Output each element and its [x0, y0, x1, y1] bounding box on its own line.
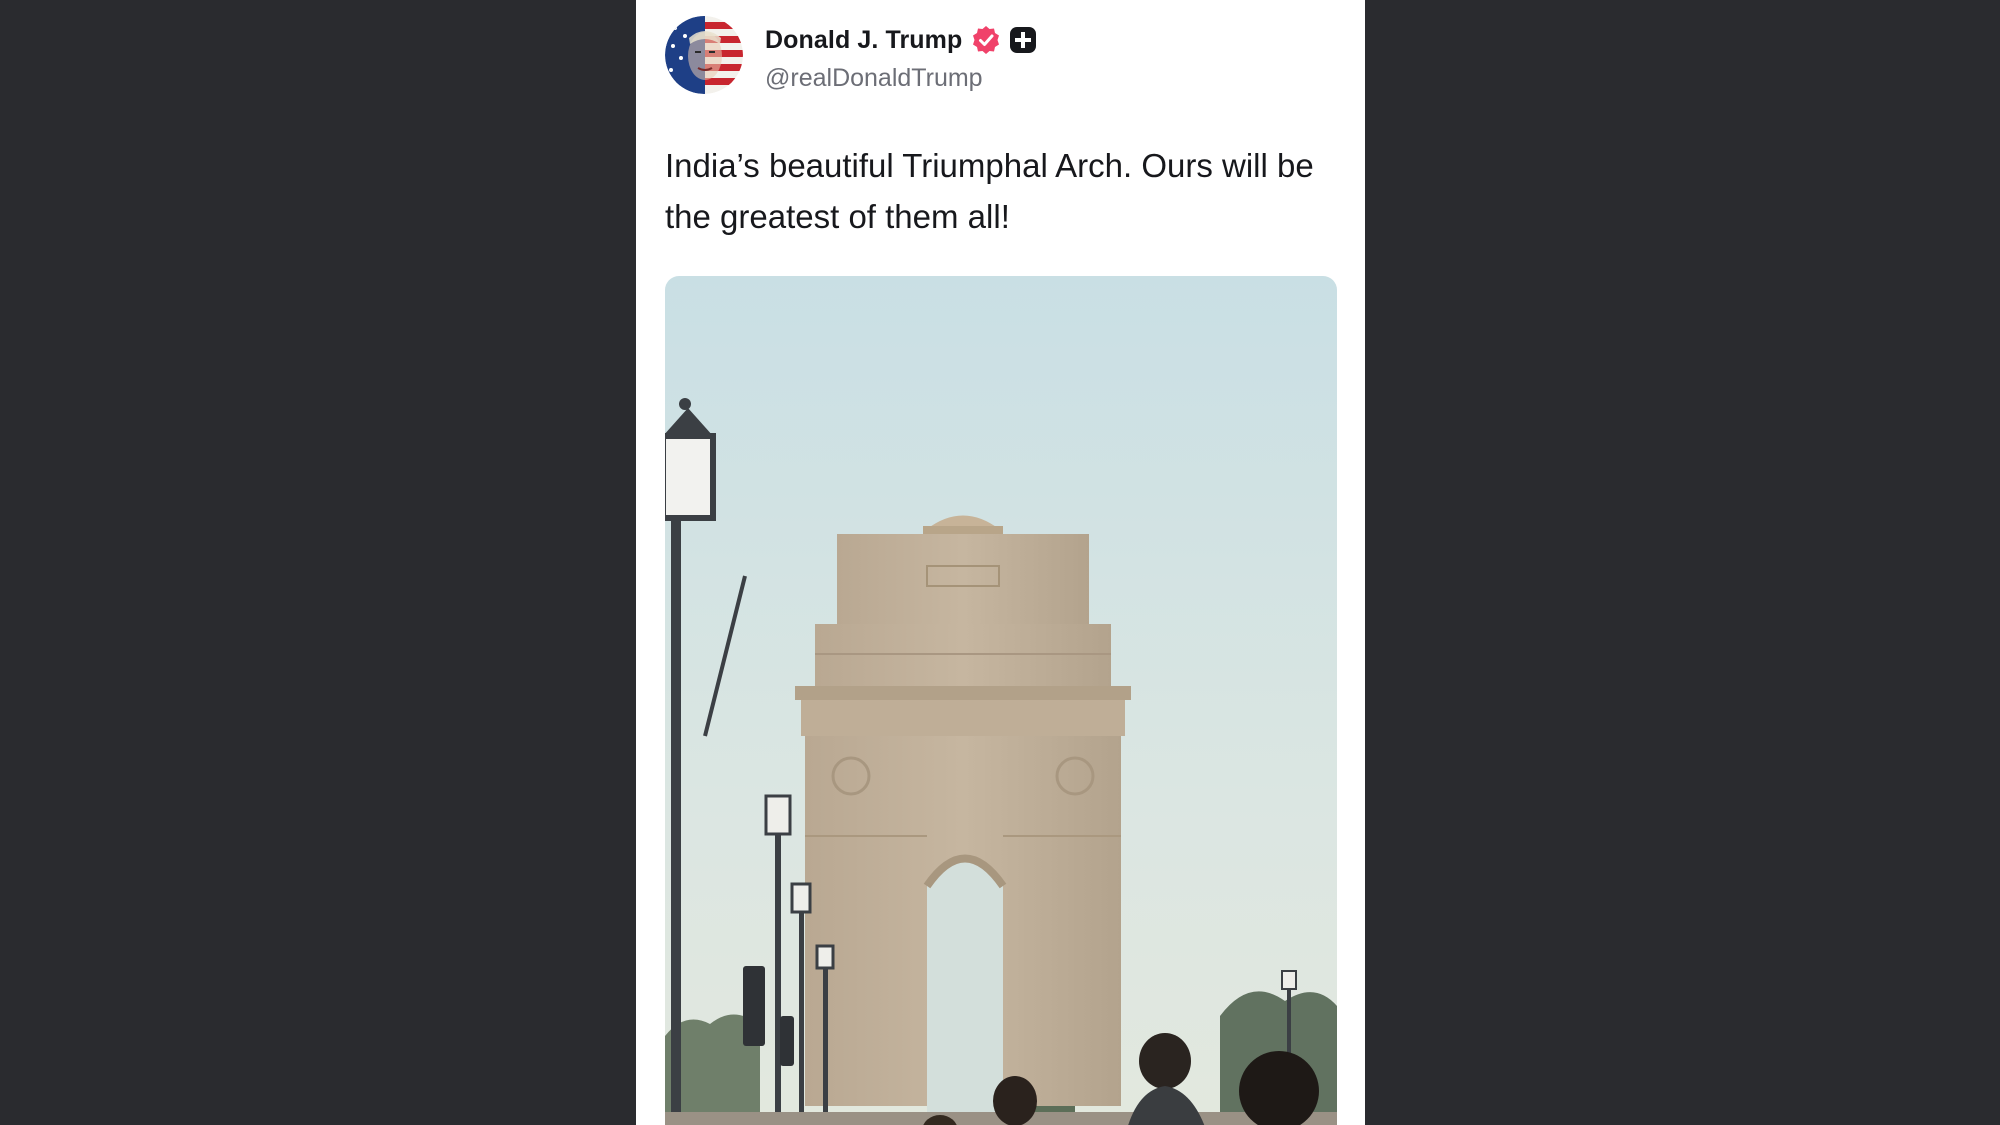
india-gate-photo: [665, 276, 1337, 1125]
post-text: India’s beautiful Triumphal Arch. Ours w…: [665, 147, 1314, 235]
author-handle[interactable]: @realDonaldTrump: [765, 64, 983, 93]
verified-icon: [971, 25, 1001, 55]
plus-icon: [1009, 26, 1037, 54]
post-header: Donald J. Trump @realDonaldTrump: [665, 16, 1345, 98]
author-name[interactable]: Donald J. Trump: [765, 26, 962, 55]
post-image[interactable]: [665, 276, 1337, 1125]
post-card: Donald J. Trump @realDonaldTrump India’s…: [636, 0, 1365, 1125]
arch-monument: [795, 515, 1131, 1125]
author-name-row: Donald J. Trump: [765, 22, 1037, 58]
avatar-image: [665, 16, 743, 94]
avatar[interactable]: [665, 16, 743, 94]
